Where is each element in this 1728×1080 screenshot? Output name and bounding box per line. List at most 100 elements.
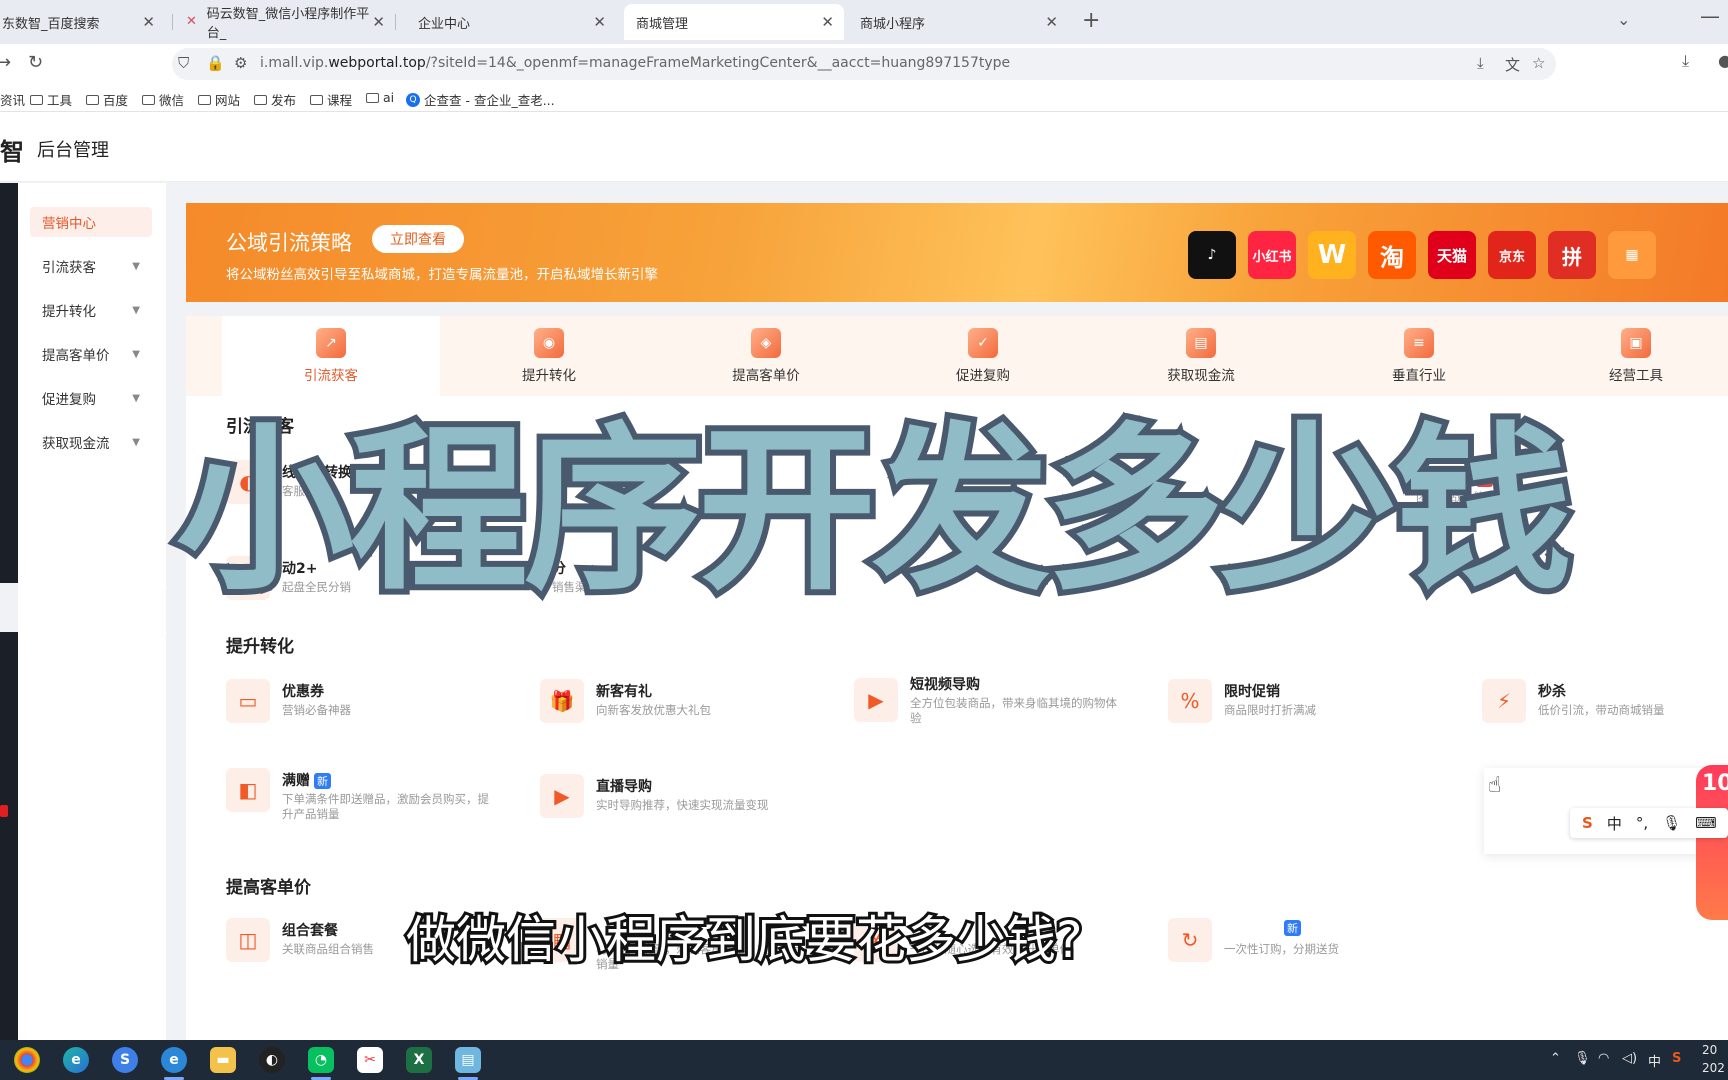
tab-vertical[interactable]: ≡ 垂直行业 [1310,316,1528,396]
microphone-icon[interactable]: 🎙 [1574,1051,1591,1066]
bookmark-ai[interactable]: ai [366,90,394,105]
wechat-icon[interactable]: ◔ [308,1047,334,1073]
live-icon: ▶ [540,774,584,818]
sidebar-item-marketing-center[interactable]: 营销中心 [30,207,152,237]
chrome-icon[interactable] [14,1047,40,1073]
bookmark-website[interactable]: 网站 [198,90,240,109]
sidebar-item-convert[interactable]: 提升转化 ▼ [30,295,152,325]
sidebar-item-label: 营销中心 [42,216,96,232]
app-icon[interactable]: S [112,1047,138,1073]
bookmark-courses[interactable]: 课程 [310,90,352,109]
close-icon[interactable]: ✕ [372,13,385,31]
promo-banner[interactable]: 公域引流策略 立即查看 将公域粉丝高效引导至私域商城，打造专属流量池，开启私域增… [186,203,1728,302]
feature-seckill[interactable]: ⚡ 秒杀 低价引流，带动商城销量 [1482,677,1728,727]
left-panel-strip [0,183,18,583]
tab-convert[interactable]: ◉ 提升转化 [440,316,658,396]
ime-lang-toggle[interactable]: 中 [1607,813,1622,834]
feature-live-shopping[interactable]: ▶ 直播导购 实时导购推荐，快速实现流量变现 [540,772,800,822]
tab-acquire[interactable]: ↗ 引流获客 [222,316,440,396]
notepad-icon[interactable]: ▤ [455,1047,481,1073]
browser-icon[interactable]: e [161,1047,187,1073]
close-icon[interactable]: ✕ [142,13,155,31]
tab-tools[interactable]: ▣ 经营工具 [1527,316,1728,396]
promo-label: 10 [1702,771,1728,796]
sogou-icon[interactable]: S [1582,814,1593,832]
overlay-subtitle: 做微信小程序到底要花多少钱? [403,911,1086,969]
sidebar-item-cashflow[interactable]: 获取现金流 ▼ [30,427,152,457]
feature-cycle-purchase[interactable]: ↻ 新 一次性订购，分期送货 [1168,916,1428,966]
bookmark-qichacha[interactable]: Q 企查查 - 查企业_查老... [406,90,555,109]
browser-tab-bar: 东数智_百度搜索 ✕ ✕ 码云数智_微信小程序制作平台_ ✕ 企业中心 ✕ 商城… [0,0,1728,44]
tray-chevron-icon[interactable]: ⌃ [1550,1051,1561,1066]
bookmark-news[interactable]: 资讯 [0,90,25,109]
tab-enterprise-center[interactable]: 企业中心 ✕ [396,4,616,40]
site-settings-icon[interactable]: ⚙ [234,54,247,72]
tab-label: 东数智_百度搜索 [2,16,100,32]
address-bar[interactable]: ⛉ 🔒 ⚙ i.mall.vip.webportal.top/?siteId=1… [172,48,1556,80]
tab-baidu-search[interactable]: 东数智_百度搜索 ✕ [0,4,165,40]
reload-icon[interactable]: ↻ [28,52,43,73]
overlay-headline: 小程序开发多少钱 [170,407,1578,614]
bookmark-tools[interactable]: 工具 [30,90,72,109]
keyboard-icon[interactable]: ⌨ [1695,814,1717,832]
clock-time[interactable]: 20 [1702,1043,1717,1057]
chevron-down-icon: ▼ [132,392,140,404]
edge-icon[interactable]: e [63,1047,89,1073]
sidebar-item-repurchase[interactable]: 促进复购 ▼ [30,383,152,413]
install-app-icon[interactable]: ⤓ [1477,54,1484,72]
store-icon: ▦ [1608,231,1656,279]
sidebar-item-acquire[interactable]: 引流获客 ▼ [30,251,152,281]
feature-flash-promo[interactable]: % 限时促销 商品限时打折满减 [1168,677,1428,727]
excel-icon[interactable]: X [406,1047,432,1073]
feature-full-gift[interactable]: ◧ 满赠新 下单满条件即送赠品，激励会员购买，提升产品销量 [226,766,496,821]
feature-name: 限时促销 [1224,684,1280,700]
microphone-icon[interactable]: 🎙 [1662,814,1681,832]
forward-icon[interactable]: → [0,52,11,73]
bookmark-wechat[interactable]: 微信 [142,90,184,109]
chevron-down-icon[interactable]: ⌄ [1617,10,1630,29]
ime-lang-indicator[interactable]: 中 [1648,1051,1661,1070]
screenshot-icon[interactable]: ✂ [357,1047,383,1073]
wifi-icon[interactable]: ◠ [1598,1051,1609,1066]
tab-mall-management[interactable]: 商城管理 ✕ [624,4,844,40]
close-icon[interactable]: ✕ [821,13,834,31]
hand-cursor-icon: ☝ [1488,773,1502,798]
tab-cashflow[interactable]: ▤ 获取现金流 [1092,316,1310,396]
feature-coupon[interactable]: ▭ 优惠券 营销必备神器 [226,677,486,727]
sidebar-item-label: 提升转化 [42,304,96,320]
sidebar-item-label: 提高客单价 [42,348,110,364]
tab-aov[interactable]: ◈ 提高客单价 [657,316,875,396]
tab-mayun[interactable]: ✕ 码云数智_微信小程序制作平台_ ✕ [174,4,387,41]
coupon-icon: ▭ [226,679,270,723]
feature-short-video[interactable]: ▶ 短视频导购 全方位包装商品，带来身临其境的购物体验 [854,670,1117,725]
file-explorer-icon[interactable]: ▬ [210,1047,236,1073]
tab-label: 获取现金流 [1167,368,1235,384]
notification-badge [0,805,8,817]
section-title-aov: 提高客单价 [226,878,311,898]
translate-icon[interactable]: 文 [1505,54,1520,75]
bookmark-baidu[interactable]: 百度 [86,90,128,109]
chevron-down-icon: ▼ [132,436,140,448]
download-icon[interactable]: ⤓ [1682,51,1689,71]
sogou-tray-icon[interactable]: S [1672,1051,1681,1066]
view-now-button[interactable]: 立即查看 [372,225,464,253]
tab-mall-miniprogram[interactable]: 商城小程序 ✕ [848,4,1068,40]
qq-icon[interactable]: ◐ [259,1047,285,1073]
folder-icon [254,94,267,105]
new-tab-icon[interactable]: + [1082,8,1100,33]
close-icon[interactable]: ✕ [1045,13,1058,31]
sidebar-item-aov[interactable]: 提高客单价 ▼ [30,339,152,369]
tab-repurchase[interactable]: ✓ 促进复购 [874,316,1092,396]
feature-desc: 一次性订购，分期送货 [1224,942,1339,956]
bookmark-publish[interactable]: 发布 [254,90,296,109]
minimize-icon[interactable]: — [1700,4,1720,28]
feature-new-customer-gift[interactable]: 🎁 新客有礼 向新客发放优惠大礼包 [540,677,800,727]
punctuation-icon[interactable]: °, [1636,814,1648,832]
clock-date[interactable]: 202 [1702,1061,1725,1075]
volume-icon[interactable]: ◁) [1622,1051,1637,1066]
promo-float-widget[interactable]: 10 [1696,765,1728,920]
profile-icon[interactable]: ● [1718,51,1728,70]
tab-separator [172,14,173,30]
star-icon[interactable]: ☆ [1532,54,1545,72]
close-icon[interactable]: ✕ [593,13,606,31]
